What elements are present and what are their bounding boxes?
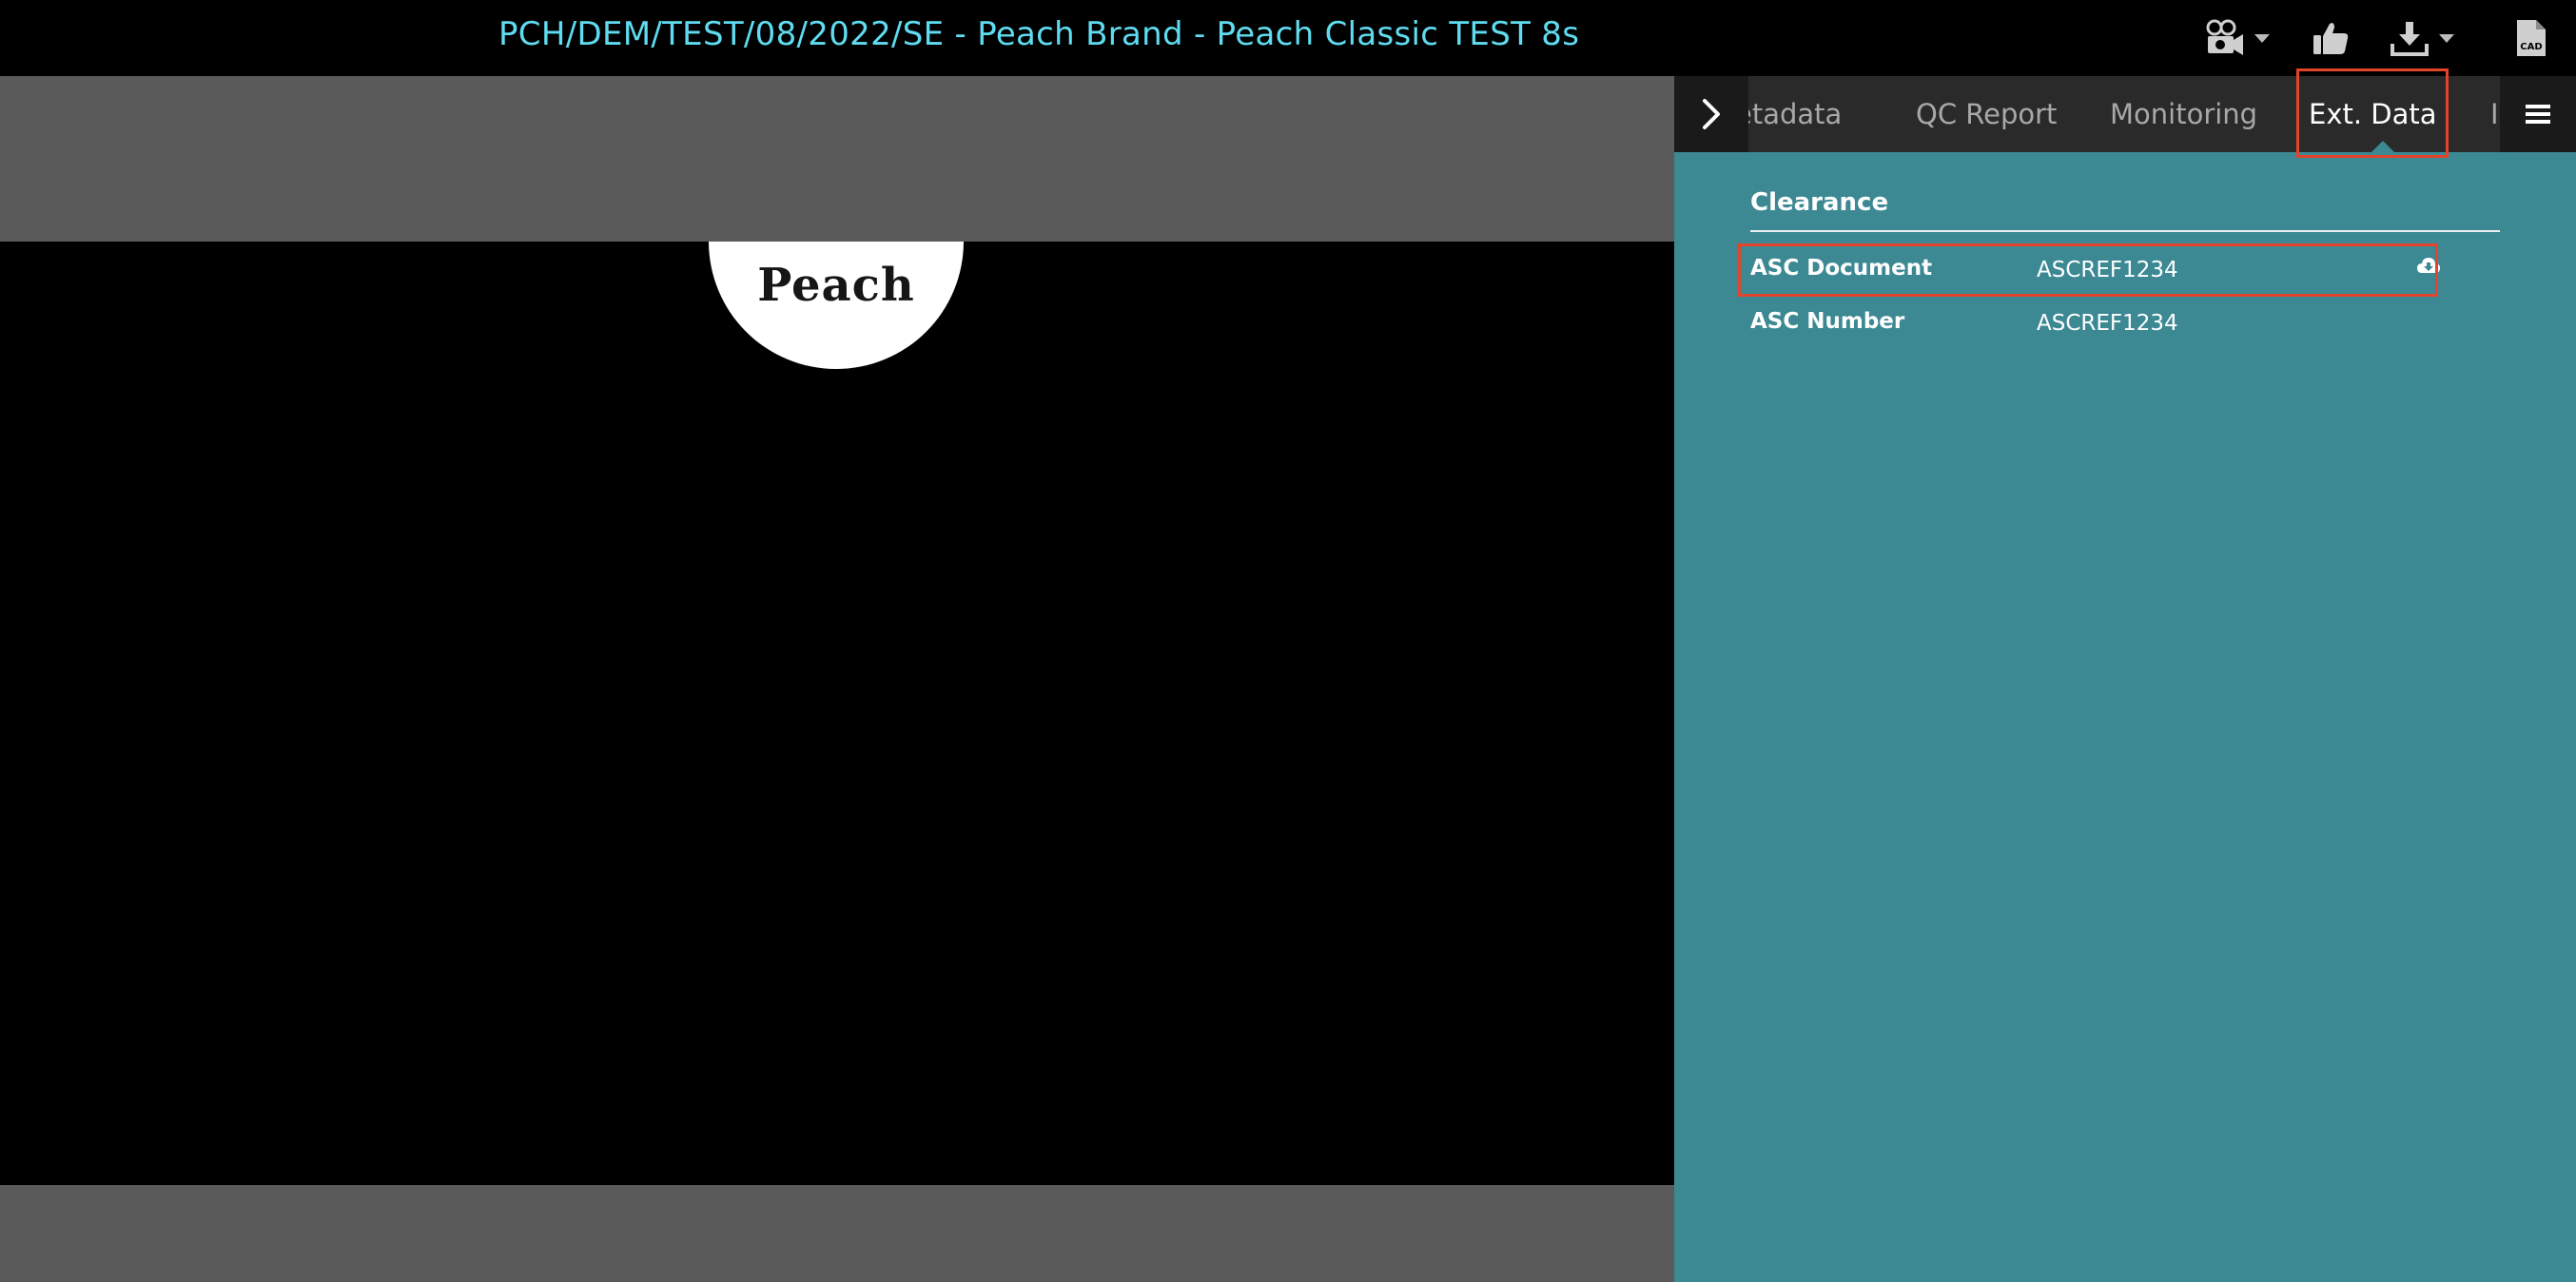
section-divider: [1750, 230, 2500, 232]
letterbox-top: [0, 76, 1674, 242]
letterbox-bottom: [0, 1185, 1674, 1282]
collapse-panel-button[interactable]: [1674, 76, 1748, 152]
asset-title: PCH/DEM/TEST/08/2022/SE - Peach Brand - …: [498, 15, 1580, 53]
asc-number-label: ASC Number: [1750, 309, 1905, 334]
hamburger-icon: [2526, 105, 2550, 124]
chevron-down-icon: [2439, 33, 2454, 43]
tab-metadata[interactable]: etadata: [1735, 76, 1842, 152]
thumbs-up-icon: [2313, 23, 2349, 55]
highlight-box-ext-data-tab: [2296, 68, 2449, 158]
video-player[interactable]: Peach: [0, 76, 1674, 1282]
tab-overflow[interactable]: I: [2490, 76, 2499, 152]
chevron-right-icon: [1703, 99, 1720, 129]
section-title-clearance: Clearance: [1750, 188, 1889, 217]
video-frame[interactable]: Peach: [0, 242, 1674, 1185]
approve-button[interactable]: [2312, 17, 2350, 59]
camera-menu-button[interactable]: [2205, 17, 2270, 59]
camera-icon: [2206, 19, 2243, 55]
chevron-down-icon: [2254, 33, 2270, 43]
asc-number-row: ASC Number ASCREF1234: [1750, 309, 2435, 347]
top-bar: PCH/DEM/TEST/08/2022/SE - Peach Brand - …: [0, 0, 2576, 76]
download-menu-button[interactable]: [2390, 17, 2454, 59]
cad-document-button[interactable]: CAD: [2515, 17, 2547, 59]
logo-text: Peach: [757, 259, 915, 312]
panel-menu-button[interactable]: [2500, 76, 2576, 152]
asc-number-value: ASCREF1234: [2037, 311, 2178, 336]
peach-logo: Peach: [709, 242, 964, 369]
cad-label: CAD: [2520, 42, 2542, 52]
highlight-box-asc-document: [1738, 243, 2438, 297]
tab-monitoring[interactable]: Monitoring: [2110, 76, 2257, 152]
cad-file-icon: CAD: [2517, 20, 2546, 56]
tab-qc-report[interactable]: QC Report: [1916, 76, 2057, 152]
download-icon: [2391, 22, 2429, 56]
